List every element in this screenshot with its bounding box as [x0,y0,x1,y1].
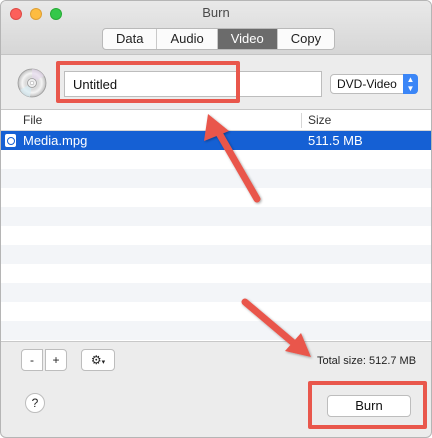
empty-row [1,264,431,283]
file-table: File Size Media.mpg 511.5 MB [1,109,431,342]
empty-row [1,245,431,264]
empty-row [1,207,431,226]
title-bar: Burn Data Audio Video Copy [1,1,431,55]
chevron-updown-icon: ▲ ▼ [403,74,418,94]
disc-type-select[interactable]: DVD-Video ▲ ▼ [330,74,418,94]
tab-copy[interactable]: Copy [278,29,334,49]
video-file-icon [5,134,16,147]
empty-row [1,283,431,302]
gear-icon: ⚙ [90,353,102,367]
tab-video[interactable]: Video [217,29,278,49]
tab-audio[interactable]: Audio [157,29,218,49]
file-name-cell: Media.mpg [23,133,88,148]
empty-row [1,321,431,340]
disc-name-input[interactable] [64,71,322,97]
empty-row [1,169,431,188]
burn-button[interactable]: Burn [327,395,411,417]
table-row[interactable]: Media.mpg 511.5 MB [1,131,431,150]
cd-disc-icon [17,68,47,98]
disc-type-value: DVD-Video [337,77,397,91]
remove-file-button[interactable]: - [21,349,43,371]
column-header-size[interactable]: Size [308,110,331,131]
empty-row [1,340,431,341]
tab-data[interactable]: Data [103,29,158,49]
file-size-cell: 511.5 MB [308,133,363,148]
empty-row [1,226,431,245]
dropdown-arrow-icon: ▾ [101,359,106,366]
actions-menu-button[interactable]: ⚙▾ [81,349,115,371]
table-header: File Size [1,110,431,131]
empty-row [1,302,431,321]
add-file-button[interactable]: + [45,349,67,371]
burn-window: Burn Data Audio Video Copy DVD-Video ▲▼ [0,0,432,438]
column-header-file[interactable]: File [23,110,42,131]
tab-bar: Data Audio Video Copy [102,28,336,50]
column-divider [301,113,302,128]
help-button[interactable]: ? [25,393,45,413]
empty-row [1,188,431,207]
empty-row [1,150,431,169]
total-size-label: Total size: 512.7 MB [317,355,417,367]
window-title: Burn [202,5,230,20]
